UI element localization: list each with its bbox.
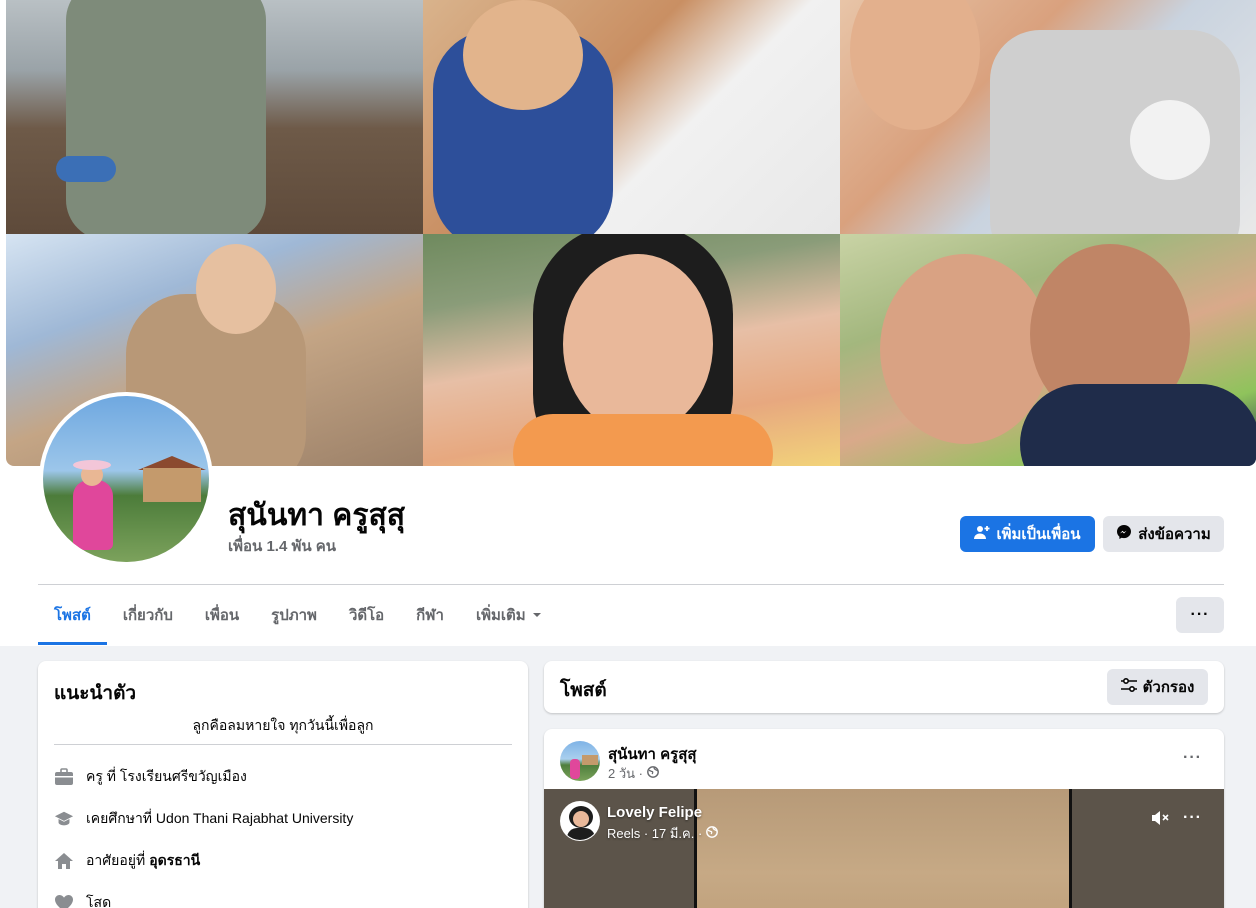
add-friend-label: เพิ่มเป็นเพื่อน	[996, 526, 1081, 543]
intro-divider	[54, 744, 512, 745]
intro-lives-city[interactable]: อุดรธานี	[149, 850, 200, 872]
intro-bio: ลูกคือลมหายใจ ทุกวันนี้เพื่อลูก	[192, 717, 374, 733]
post-meta: 2 วัน ·	[608, 763, 659, 784]
tab-videos[interactable]: วิดีโอ	[333, 585, 400, 645]
globe-icon	[647, 766, 659, 781]
post-card: สุนันทา ครูสุสุ 2 วัน · ··· Lovely Felip…	[544, 729, 1224, 908]
cover-photo-6	[840, 234, 1256, 466]
post-options-button[interactable]: ···	[1183, 749, 1202, 767]
intro-education-row: เคยศึกษาที่ Udon Thani Rajabhat Universi…	[54, 808, 353, 830]
post-author-avatar[interactable]	[560, 741, 600, 781]
graduation-cap-icon	[54, 809, 74, 829]
reel-options-button[interactable]: ···	[1183, 809, 1202, 827]
posts-title: โพสต์	[560, 680, 607, 701]
caret-down-icon	[532, 607, 542, 624]
messenger-icon	[1116, 524, 1132, 544]
intro-relationship: โสด	[86, 894, 112, 908]
intro-work[interactable]: ครู ที่ โรงเรียนศรีขวัญเมือง	[86, 766, 247, 788]
user-plus-icon	[974, 524, 990, 544]
tab-posts[interactable]: โพสต์	[38, 585, 107, 645]
cover-photo-collage[interactable]	[6, 0, 1256, 466]
reel-video[interactable]: Lovely Felipe Reels · 17 มี.ค. · ···	[544, 789, 1224, 908]
tab-friends[interactable]: เพื่อน	[189, 585, 255, 645]
reel-meta-text[interactable]: Reels · 17 มี.ค. ·	[607, 823, 702, 844]
tab-sports[interactable]: กีฬา	[400, 585, 460, 645]
profile-name: สุนันทา ครูสุสุ	[228, 499, 406, 532]
profile-more-options-button[interactable]: ···	[1176, 597, 1224, 633]
cover-photo-5	[423, 234, 840, 466]
reel-video-frame	[694, 789, 1072, 908]
cover-photo-3	[840, 0, 1256, 234]
message-label: ส่งข้อความ	[1138, 526, 1211, 543]
filter-label: ตัวกรอง	[1142, 679, 1195, 696]
speaker-muted-icon[interactable]	[1150, 809, 1170, 832]
posts-header: โพสต์ ตัวกรอง	[544, 661, 1224, 713]
heart-icon	[54, 893, 74, 908]
message-button[interactable]: ส่งข้อความ	[1103, 516, 1224, 552]
home-icon	[54, 851, 74, 871]
tab-more-label: เพิ่มเติม	[475, 607, 526, 624]
cover-photo-1	[6, 0, 423, 234]
post-time[interactable]: 2 วัน ·	[608, 763, 643, 784]
add-friend-button[interactable]: เพิ่มเป็นเพื่อน	[960, 516, 1095, 552]
intro-relationship-row: โสด	[54, 892, 111, 908]
filter-button[interactable]: ตัวกรอง	[1107, 669, 1208, 705]
globe-icon	[706, 826, 719, 841]
reel-author-name[interactable]: Lovely Felipe	[607, 804, 702, 821]
intro-work-row: ครู ที่ โรงเรียนศรีขวัญเมือง	[54, 766, 247, 788]
tab-photos[interactable]: รูปภาพ	[255, 585, 333, 645]
profile-picture[interactable]	[39, 392, 213, 566]
intro-lives-row: อาศัยอยู่ที่ อุดรธานี	[54, 850, 200, 872]
tab-more[interactable]: เพิ่มเติม	[460, 585, 558, 645]
intro-education[interactable]: เคยศึกษาที่ Udon Thani Rajabhat Universi…	[86, 808, 353, 830]
intro-card: แนะนำตัว ลูกคือลมหายใจ ทุกวันนี้เพื่อลูก…	[38, 661, 528, 908]
sliders-icon	[1120, 677, 1137, 696]
reel-author-avatar[interactable]	[560, 801, 600, 841]
reel-meta: Reels · 17 มี.ค. ·	[607, 823, 719, 844]
briefcase-icon	[54, 767, 74, 787]
intro-lives-prefix: อาศัยอยู่ที่	[86, 852, 146, 868]
friends-count[interactable]: เพื่อน 1.4 พัน คน	[228, 534, 336, 558]
profile-tabs: โพสต์ เกี่ยวกับ เพื่อน รูปภาพ วิดีโอ กีฬ…	[38, 585, 558, 645]
intro-title: แนะนำตัว	[54, 683, 137, 704]
tab-about[interactable]: เกี่ยวกับ	[107, 585, 189, 645]
cover-photo-2	[423, 0, 840, 234]
